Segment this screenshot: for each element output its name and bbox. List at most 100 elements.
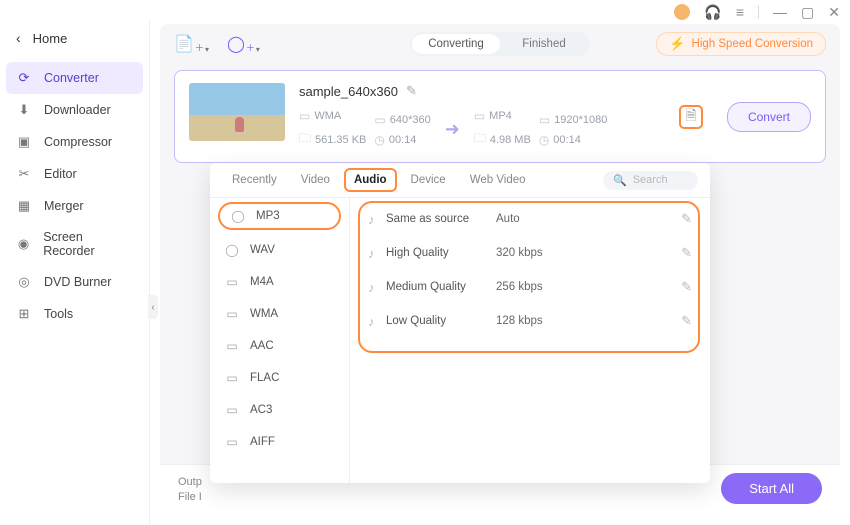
window-maximize-icon[interactable]: ▢ (801, 5, 814, 19)
convert-button[interactable]: Convert (727, 102, 811, 132)
src-resolution: 640*360 (390, 114, 431, 126)
home-nav[interactable]: ‹ Home (0, 20, 149, 56)
format-wma[interactable]: ▭WMA (210, 298, 349, 330)
quality-value: 256 kbps (496, 281, 681, 293)
converter-icon: ⟳ (16, 70, 32, 86)
audio-icon: ◯ (224, 243, 240, 257)
format-m4a[interactable]: ▭M4A (210, 266, 349, 298)
sidebar-item-dvd-burner[interactable]: ◎ DVD Burner (0, 266, 149, 298)
src-format: WMA (314, 110, 341, 122)
dropdown-tab-web-video[interactable]: Web Video (460, 163, 536, 198)
chevron-left-icon: ‹ (16, 30, 21, 46)
format-flac[interactable]: ▭ FLAC (210, 362, 349, 394)
sidebar-item-downloader[interactable]: ⬇ Downloader (0, 94, 149, 126)
add-file-button[interactable]: 📄＋▾ (174, 34, 209, 54)
output-settings-button[interactable]: 🗎 (679, 105, 703, 129)
sidebar-item-label: Compressor (44, 135, 112, 149)
scissors-icon: ✂ (16, 166, 32, 182)
quality-name: Same as source (386, 213, 496, 225)
audio-icon: ▭ (224, 435, 240, 449)
home-label: Home (33, 31, 68, 46)
music-icon: ♪ (368, 212, 386, 227)
sidebar-item-label: Editor (44, 167, 77, 181)
start-all-button[interactable]: Start All (721, 473, 822, 504)
format-wav[interactable]: ◯ WAV (210, 234, 349, 266)
quality-medium[interactable]: ♪ Medium Quality 256 kbps ✎ (350, 270, 710, 304)
edit-preset-icon[interactable]: ✎ (681, 211, 692, 227)
quality-list: ♪ Same as source Auto ✎ ♪ High Quality 3… (350, 198, 710, 483)
dropdown-tab-recently[interactable]: Recently (222, 163, 287, 198)
format-aac[interactable]: ▭AAC (210, 330, 349, 362)
music-icon: ♪ (368, 314, 386, 329)
sidebar-collapse-handle[interactable]: ‹ (148, 295, 158, 319)
sidebar-item-tools[interactable]: ⊞ Tools (0, 298, 149, 330)
format-search-input[interactable]: 🔍 Search (603, 171, 698, 190)
quality-same-as-source[interactable]: ♪ Same as source Auto ✎ (350, 202, 710, 236)
sidebar-item-converter[interactable]: ⟳ Converter (6, 62, 143, 94)
music-icon: ♪ (368, 280, 386, 295)
chevron-down-icon: ▾ (205, 45, 209, 54)
format-aiff[interactable]: ▭ AIFF (210, 426, 349, 458)
audio-icon: ▭ (224, 403, 240, 417)
audio-icon: ▭ (224, 371, 240, 385)
sidebar-item-label: Screen Recorder (43, 230, 133, 258)
headset-icon[interactable]: 🎧 (704, 5, 721, 19)
format-label: FLAC (250, 372, 279, 384)
disc-icon: ◎ (16, 274, 32, 290)
tab-converting[interactable]: Converting (412, 34, 500, 54)
format-label: WAV (250, 244, 275, 256)
format-label: AIFF (250, 436, 275, 448)
recorder-icon: ◉ (16, 236, 31, 252)
window-titlebar: 🎧 ≡ — ▢ ✕ (664, 0, 850, 24)
sidebar-item-label: Downloader (44, 103, 111, 117)
sidebar-item-merger[interactable]: ▦ Merger (0, 190, 149, 222)
edit-name-icon[interactable]: ✎ (406, 83, 417, 99)
resolution-icon: ▭ (539, 113, 550, 127)
quality-value: 128 kbps (496, 315, 681, 327)
output-path-label: Outp (178, 476, 202, 488)
tab-finished[interactable]: Finished (500, 34, 588, 54)
dst-format: MP4 (489, 110, 512, 122)
video-thumbnail[interactable] (189, 83, 285, 141)
format-label: AAC (250, 340, 274, 352)
quality-low[interactable]: ♪ Low Quality 128 kbps ✎ (350, 304, 710, 338)
format-dropdown-panel: Recently Video Audio Device Web Video 🔍 … (210, 163, 710, 483)
high-speed-conversion-button[interactable]: ⚡ High Speed Conversion (656, 32, 826, 56)
download-icon: ⬇ (16, 102, 32, 118)
quality-name: High Quality (386, 247, 496, 259)
edit-preset-icon[interactable]: ✎ (681, 313, 692, 329)
edit-preset-icon[interactable]: ✎ (681, 245, 692, 261)
hamburger-menu-icon[interactable]: ≡ (736, 5, 744, 19)
format-ac3[interactable]: ▭AC3 (210, 394, 349, 426)
format-list: ◯MP3 ◯WAV ▭M4A ▭WMA ▭AAC ▭FLAC ▭AC3 ▭AIF… (210, 198, 350, 483)
quality-name: Low Quality (386, 315, 496, 327)
format-mp3[interactable]: ◯MP3 (218, 202, 341, 230)
src-size: 561.35 KB (315, 134, 366, 146)
sidebar-item-label: Tools (44, 307, 73, 321)
format-label: M4A (250, 276, 274, 288)
window-close-icon[interactable]: ✕ (828, 5, 840, 19)
dropdown-tab-audio[interactable]: Audio (344, 168, 397, 192)
dropdown-tab-video[interactable]: Video (291, 163, 340, 198)
bolt-icon: ⚡ (669, 36, 685, 52)
hsc-label: High Speed Conversion (692, 38, 813, 50)
quality-value: 320 kbps (496, 247, 681, 259)
sidebar-item-label: Merger (44, 199, 84, 213)
folder-icon: 🗀 (474, 129, 486, 150)
tools-icon: ⊞ (16, 306, 32, 322)
edit-preset-icon[interactable]: ✎ (681, 279, 692, 295)
sidebar-item-editor[interactable]: ✂ Editor (0, 158, 149, 190)
quality-high[interactable]: ♪ High Quality 320 kbps ✎ (350, 236, 710, 270)
dropdown-tab-device[interactable]: Device (401, 163, 456, 198)
resolution-icon: ▭ (374, 113, 385, 127)
dst-duration: 00:14 (553, 134, 581, 146)
sidebar-item-compressor[interactable]: ▣ Compressor (0, 126, 149, 158)
window-minimize-icon[interactable]: — (773, 5, 787, 19)
add-disc-button[interactable]: ◯＋▾ (227, 34, 260, 54)
sidebar-item-screen-recorder[interactable]: ◉ Screen Recorder (0, 222, 149, 266)
main-toolbar: 📄＋▾ ◯＋▾ Converting Finished ⚡ High Speed… (160, 24, 840, 64)
sidebar: ‹ Home ⟳ Converter ⬇ Downloader ▣ Compre… (0, 20, 150, 525)
format-label: WMA (250, 308, 278, 320)
file-count-label: File I (178, 491, 202, 503)
user-avatar-icon[interactable] (674, 4, 690, 20)
